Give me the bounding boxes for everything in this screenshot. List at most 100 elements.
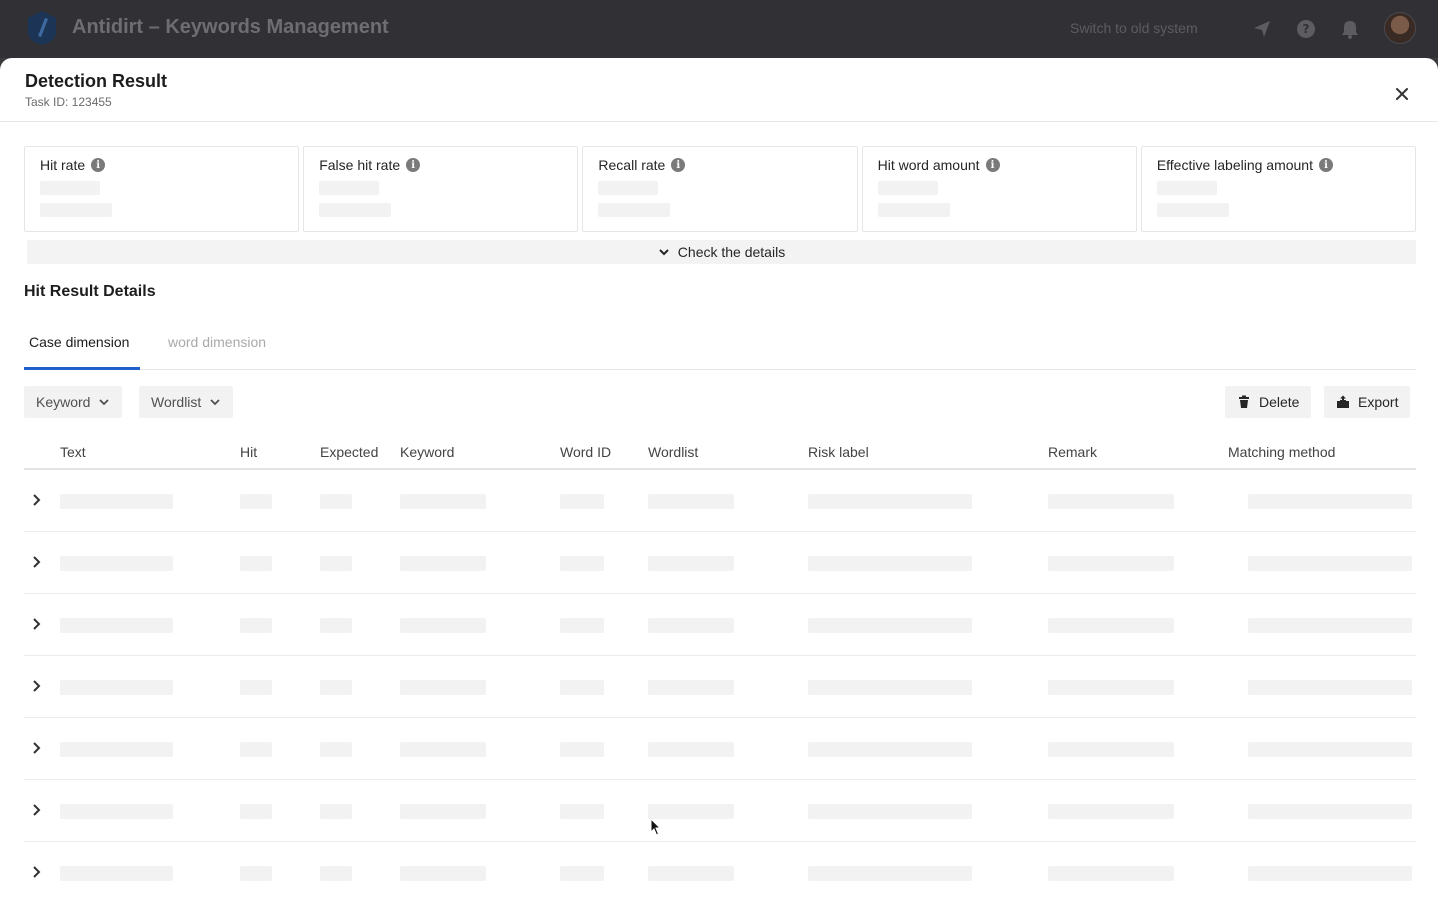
skeleton-cell	[1048, 866, 1174, 881]
chevron-right-icon[interactable]	[28, 616, 44, 632]
column-header-word-id[interactable]: Word ID	[560, 444, 611, 460]
export-button[interactable]: Export	[1324, 386, 1411, 418]
chevron-right-icon[interactable]	[28, 740, 44, 756]
skeleton-cell	[400, 866, 486, 881]
export-label: Export	[1358, 394, 1399, 410]
skeleton-cell	[560, 618, 604, 633]
skeleton-cell	[1248, 804, 1412, 819]
drawer-header: Detection Result Task ID: 123455	[0, 58, 1438, 122]
info-icon[interactable]: i	[985, 158, 1000, 172]
skeleton-cell	[560, 680, 604, 695]
table-row[interactable]	[24, 470, 1416, 532]
skeleton-cell	[808, 556, 972, 571]
skeleton-cell	[400, 742, 486, 757]
tab-case-dimension[interactable]: Case dimension	[29, 334, 129, 350]
table-row[interactable]	[24, 718, 1416, 780]
trash-icon	[1239, 395, 1249, 408]
dimension-tabs: Case dimension word dimension	[24, 326, 1416, 370]
skeleton-cell	[240, 556, 272, 571]
skeleton-cell	[60, 556, 173, 571]
chevron-down-icon	[659, 249, 669, 256]
skeleton-cell	[1048, 742, 1174, 757]
chevron-right-icon[interactable]	[28, 802, 44, 818]
skeleton-cell	[808, 866, 972, 881]
skeleton-cell	[240, 742, 272, 757]
user-avatar[interactable]	[1384, 12, 1416, 44]
skeleton-cell	[400, 556, 486, 571]
metric-label: Recall rate	[598, 157, 666, 173]
table-row[interactable]	[24, 594, 1416, 656]
column-header-risk-label[interactable]: Risk label	[808, 444, 869, 460]
metric-card-recall-rate: Recall rate i	[582, 146, 858, 232]
skeleton-cell	[560, 804, 604, 819]
mouse-cursor-icon	[650, 818, 662, 836]
skeleton-cell	[1048, 680, 1174, 695]
skeleton-cell	[1248, 618, 1412, 633]
metric-label: False hit rate	[319, 157, 401, 173]
skeleton-cell	[648, 680, 734, 695]
active-tab-indicator	[24, 367, 140, 370]
info-icon[interactable]: i	[406, 158, 421, 172]
keyword-filter-dropdown[interactable]: Keyword	[24, 386, 123, 418]
table-row[interactable]	[24, 532, 1416, 594]
table-row[interactable]	[24, 780, 1416, 842]
skeleton-cell	[648, 742, 734, 757]
skeleton-value	[40, 203, 112, 217]
notification-bell-icon[interactable]	[1339, 18, 1361, 40]
wordlist-filter-label: Wordlist	[151, 394, 202, 410]
skeleton-cell	[808, 680, 972, 695]
column-header-hit[interactable]: Hit	[240, 444, 257, 460]
skeleton-cell	[60, 742, 173, 757]
info-icon[interactable]: i	[671, 158, 686, 172]
close-icon[interactable]	[1392, 84, 1412, 104]
chevron-down-icon	[99, 399, 110, 406]
detection-result-drawer: Detection Result Task ID: 123455 Hit rat…	[0, 58, 1438, 898]
info-icon[interactable]: i	[1319, 158, 1333, 172]
send-icon[interactable]	[1251, 18, 1273, 40]
help-icon[interactable]: ?	[1295, 18, 1317, 40]
wordlist-filter-dropdown[interactable]: Wordlist	[139, 386, 234, 418]
column-header-wordlist[interactable]: Wordlist	[648, 444, 698, 460]
info-icon[interactable]: i	[91, 158, 106, 172]
chevron-right-icon[interactable]	[28, 492, 44, 508]
task-id: Task ID: 123455	[25, 95, 112, 109]
chevron-right-icon[interactable]	[28, 554, 44, 570]
skeleton-cell	[1048, 618, 1174, 633]
check-details-toggle[interactable]: Check the details	[27, 240, 1416, 264]
metric-label: Effective labeling amount	[1156, 157, 1313, 173]
chevron-right-icon[interactable]	[28, 864, 44, 880]
skeleton-cell	[648, 618, 734, 633]
skeleton-cell	[320, 494, 352, 509]
table-row[interactable]	[24, 842, 1416, 898]
switch-old-system-link[interactable]: Switch to old system	[1070, 20, 1198, 36]
tab-word-dimension[interactable]: word dimension	[168, 334, 266, 350]
skeleton-cell	[1248, 866, 1412, 881]
skeleton-cell	[400, 494, 486, 509]
metric-card-false-hit-rate: False hit rate i	[303, 146, 579, 232]
column-header-expected[interactable]: Expected	[320, 444, 378, 460]
skeleton-cell	[808, 618, 972, 633]
delete-button[interactable]: Delete	[1225, 386, 1312, 418]
skeleton-cell	[60, 494, 173, 509]
skeleton-value	[1156, 181, 1217, 195]
metric-label: Hit rate	[40, 157, 86, 173]
metric-card-effective-labeling-amount: Effective labeling amount i	[1140, 146, 1417, 232]
app-logo-icon[interactable]	[26, 10, 58, 46]
app-title: Antidirt – Keywords Management	[72, 16, 389, 38]
metric-label: Hit word amount	[877, 157, 980, 173]
table-row[interactable]	[24, 656, 1416, 718]
column-header-matching-method[interactable]: Matching method	[1228, 444, 1335, 460]
column-header-text[interactable]: Text	[60, 444, 86, 460]
skeleton-cell	[320, 680, 352, 695]
skeleton-cell	[320, 804, 352, 819]
skeleton-cell	[1248, 680, 1412, 695]
column-header-remark[interactable]: Remark	[1048, 444, 1097, 460]
app-header: Antidirt – Keywords Management Switch to…	[0, 0, 1438, 58]
skeleton-cell	[240, 618, 272, 633]
column-header-keyword[interactable]: Keyword	[400, 444, 454, 460]
skeleton-cell	[808, 494, 972, 509]
metrics-row: Hit rate i False hit rate i Recall rate i H…	[24, 146, 1417, 232]
chevron-right-icon[interactable]	[28, 678, 44, 694]
skeleton-cell	[1248, 556, 1412, 571]
metric-card-hit-word-amount: Hit word amount i	[861, 146, 1137, 232]
